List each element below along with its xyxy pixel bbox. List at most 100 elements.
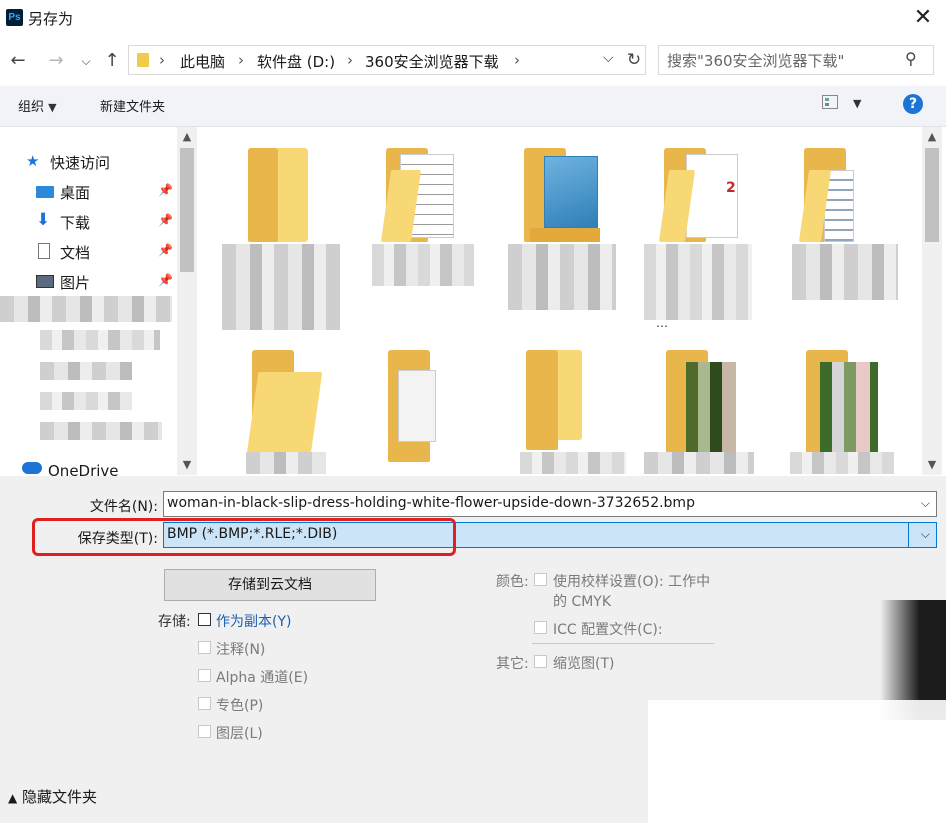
layers-checkbox[interactable]	[198, 725, 211, 738]
filename-label: 文件名(N):	[89, 499, 158, 515]
file-name-blurred[interactable]	[644, 452, 754, 474]
file-name-blurred[interactable]	[222, 244, 340, 330]
nav-item-onedrive[interactable]: OneDrive	[48, 462, 119, 476]
folder-icon[interactable]	[502, 350, 592, 450]
nav-item-pictures[interactable]: 图片 📌	[0, 268, 176, 296]
caret-down-icon: ▼	[48, 101, 57, 114]
back-arrow-icon[interactable]: ←	[6, 48, 30, 74]
nav-item-blurred[interactable]	[40, 392, 132, 410]
scroll-down-icon[interactable]: ▼	[177, 458, 197, 471]
files-scrollbar-thumb[interactable]	[925, 148, 939, 242]
desktop-icon	[36, 186, 54, 198]
breadcrumb-drive-d[interactable]: 软件盘 (D:)	[257, 51, 335, 72]
scroll-up-icon[interactable]: ▲	[922, 130, 942, 143]
pin-icon[interactable]: 📌	[158, 183, 173, 197]
search-icon[interactable]: ⚲	[905, 49, 917, 68]
document-icon	[38, 243, 50, 259]
file-name-blurred[interactable]	[508, 244, 616, 310]
chevron-down-icon[interactable]: ⌵	[921, 527, 930, 542]
file-name-partial: …	[656, 316, 668, 330]
hide-folders-label: 隐藏文件夹	[22, 788, 98, 806]
nav-item-desktop[interactable]: 桌面 📌	[0, 178, 176, 206]
file-name-blurred[interactable]	[790, 452, 894, 474]
search-input[interactable]	[665, 50, 905, 72]
folder-icon[interactable]	[500, 148, 600, 244]
chevron-right-icon[interactable]: ›	[238, 51, 244, 69]
address-dropdown-icon[interactable]: ⌵	[603, 50, 614, 66]
folder-icon[interactable]: ! 2	[640, 148, 738, 244]
proof-setup-label: 使用校样设置(O): 工作中	[553, 574, 711, 590]
as-copy-label[interactable]: 作为副本(Y)	[216, 611, 291, 631]
pictures-icon	[36, 275, 54, 288]
highlight-annotation	[32, 518, 456, 556]
help-icon[interactable]: ?	[903, 94, 923, 114]
nav-label: 桌面	[60, 184, 91, 202]
new-folder-button[interactable]: 新建文件夹	[100, 96, 165, 115]
nav-item-blurred[interactable]	[40, 422, 162, 440]
chevron-right-icon[interactable]: ›	[347, 51, 353, 69]
icc-profile-checkbox[interactable]	[534, 621, 547, 634]
alpha-channels-label: Alpha 通道(E)	[216, 670, 309, 686]
refresh-icon[interactable]: ↻	[622, 45, 646, 75]
breadcrumb-this-pc[interactable]: 此电脑	[180, 51, 225, 72]
screen-glare	[648, 700, 946, 823]
spot-colors-checkbox[interactable]	[198, 697, 211, 710]
spot-colors-label: 专色(P)	[216, 698, 264, 714]
folder-icon[interactable]	[224, 148, 314, 244]
nav-item-blurred[interactable]	[0, 296, 172, 322]
folder-icon[interactable]	[362, 148, 454, 244]
thumbnail-label: 缩览图(T)	[553, 656, 615, 672]
icc-profile-label: ICC 配置文件(C):	[553, 622, 663, 638]
folder-icon[interactable]	[364, 350, 454, 462]
chevron-down-icon[interactable]: ⌵	[921, 496, 930, 511]
nav-scrollbar-thumb[interactable]	[180, 148, 194, 272]
scroll-up-icon[interactable]: ▲	[177, 130, 197, 143]
close-button[interactable]: ✕	[908, 4, 938, 34]
forward-arrow-icon[interactable]: →	[44, 48, 68, 74]
file-name-blurred[interactable]	[792, 244, 898, 300]
storage-label: 存储:	[158, 614, 191, 630]
organize-menu[interactable]: 组织 ▼	[18, 96, 57, 115]
view-options-icon[interactable]	[822, 95, 838, 109]
chevron-right-icon[interactable]: ›	[514, 51, 520, 69]
as-copy-checkbox[interactable]	[198, 613, 211, 626]
folder-icon[interactable]	[228, 350, 323, 462]
chevron-up-icon: ▲	[8, 791, 18, 805]
filename-field[interactable]: woman-in-black-slip-dress-holding-white-…	[163, 491, 937, 517]
nav-label: 文档	[60, 244, 91, 262]
file-name-blurred[interactable]	[644, 244, 752, 320]
scroll-down-icon[interactable]: ▼	[922, 458, 942, 471]
folder-icon[interactable]	[780, 148, 870, 244]
folder-icon	[137, 53, 149, 67]
folder-icon[interactable]	[782, 350, 878, 460]
nav-item-blurred[interactable]	[40, 330, 160, 350]
file-name-blurred[interactable]	[372, 244, 474, 286]
notes-label: 注释(N)	[216, 642, 266, 658]
view-dropdown-icon[interactable]: ▼	[853, 97, 861, 110]
save-to-cloud-button[interactable]: 存储到云文档	[164, 569, 376, 601]
file-name-blurred[interactable]	[246, 452, 326, 474]
notes-checkbox[interactable]	[198, 641, 211, 654]
nav-label: 图片	[60, 274, 91, 292]
color-label: 颜色:	[496, 574, 529, 590]
up-arrow-icon[interactable]: ↑	[100, 48, 124, 74]
folder-icon[interactable]	[642, 350, 736, 460]
hide-folders-toggle[interactable]: ▲ 隐藏文件夹	[8, 786, 97, 807]
pin-icon[interactable]: 📌	[158, 273, 173, 287]
nav-label: 下载	[60, 214, 91, 232]
alpha-channels-checkbox[interactable]	[198, 669, 211, 682]
recent-locations-chevron-icon[interactable]: ⌵	[74, 48, 98, 74]
nav-item-downloads[interactable]: ⬇ 下载 📌	[0, 208, 176, 236]
breadcrumb-download-folder[interactable]: 360安全浏览器下载	[365, 51, 499, 72]
file-name-blurred[interactable]	[520, 452, 626, 474]
thumbnail-checkbox[interactable]	[534, 655, 547, 668]
proof-setup-checkbox[interactable]	[534, 573, 547, 586]
address-bar[interactable]: › 此电脑 › 软件盘 (D:) › 360安全浏览器下载 › ⌵	[128, 45, 646, 75]
nav-item-documents[interactable]: 文档 📌	[0, 238, 176, 266]
photoshop-icon: Ps	[6, 9, 23, 26]
search-box[interactable]: ⚲	[658, 45, 934, 75]
pin-icon[interactable]: 📌	[158, 243, 173, 257]
nav-quick-access[interactable]: ★ 快速访问	[0, 148, 176, 176]
nav-item-blurred[interactable]	[40, 362, 132, 380]
pin-icon[interactable]: 📌	[158, 213, 173, 227]
